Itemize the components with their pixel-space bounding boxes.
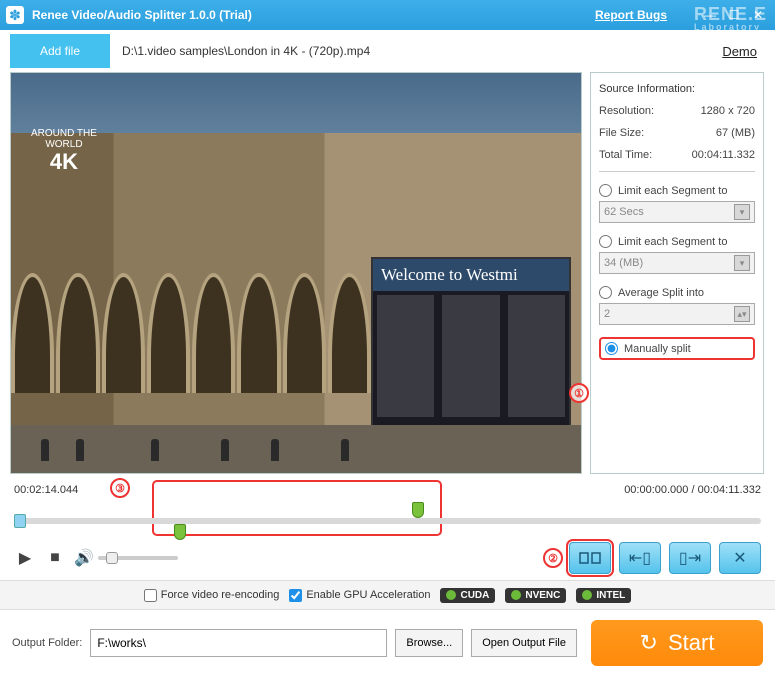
totaltime-value: 00:04:11.332: [692, 149, 755, 161]
resolution-label: Resolution:: [599, 105, 654, 117]
split-marker[interactable]: [174, 524, 186, 540]
app-title: Renee Video/Audio Splitter 1.0.0 (Trial): [32, 8, 595, 22]
video-sign: Welcome to Westmi: [371, 257, 571, 427]
output-folder-input[interactable]: F:\works\: [90, 629, 387, 657]
play-button[interactable]: ▶: [14, 547, 36, 569]
cuda-chip: CUDA: [440, 588, 495, 603]
annotation-1: ①: [569, 383, 589, 403]
titlebar: ✽ Renee Video/Audio Splitter 1.0.0 (Tria…: [0, 0, 775, 30]
output-bar: Output Folder: F:\works\ Browse... Open …: [0, 610, 775, 676]
average-split-spinner[interactable]: 2▴▾: [599, 303, 755, 325]
force-reencode-checkbox[interactable]: Force video re-encoding: [144, 589, 280, 602]
segment-time-combo[interactable]: 62 Secs▾: [599, 201, 755, 223]
stop-button[interactable]: ■: [44, 547, 66, 569]
segment-size-radio[interactable]: Limit each Segment to: [599, 235, 755, 248]
report-bugs-link[interactable]: Report Bugs: [595, 8, 667, 22]
file-bar: Add file D:\1.video samples\London in 4K…: [0, 30, 775, 72]
current-time: 00:02:14.044: [14, 484, 78, 496]
set-start-button[interactable]: ⇤▯: [619, 542, 661, 574]
split-button[interactable]: [569, 542, 611, 574]
encoding-options: Force video re-encoding Enable GPU Accel…: [0, 580, 775, 610]
minimize-button[interactable]: —: [699, 6, 721, 24]
intel-chip: INTEL: [576, 588, 631, 603]
clear-markers-button[interactable]: ✕: [719, 542, 761, 574]
annotation-box: [152, 480, 442, 536]
annotation-3: ③: [110, 478, 130, 498]
start-button[interactable]: ↻Start: [591, 620, 763, 666]
sign-text: Welcome to Westmi: [373, 259, 569, 291]
browse-button[interactable]: Browse...: [395, 629, 463, 657]
volume-control[interactable]: 🔊: [74, 548, 178, 568]
close-button[interactable]: ✕: [747, 6, 769, 24]
filesize-value: 67 (MB): [716, 127, 755, 139]
resolution-value: 1280 x 720: [701, 105, 755, 117]
annotation-2: ②: [543, 548, 563, 568]
volume-icon: 🔊: [74, 548, 94, 568]
nvenc-chip: NVENC: [505, 588, 566, 603]
add-file-button[interactable]: Add file: [10, 34, 110, 68]
refresh-icon: ↻: [640, 630, 658, 656]
video-preview[interactable]: Welcome to Westmi AROUND THE WORLD 4K: [10, 72, 582, 474]
segment-time-radio[interactable]: Limit each Segment to: [599, 184, 755, 197]
chevron-down-icon: ▾: [734, 204, 750, 220]
timeline-track[interactable]: [14, 498, 761, 540]
filesize-label: File Size:: [599, 127, 644, 139]
file-path-label: D:\1.video samples\London in 4K - (720p)…: [110, 44, 722, 58]
set-end-button[interactable]: ▯⇥: [669, 542, 711, 574]
timeline-area: 00:02:14.044 00:00:00.000 / 00:04:11.332…: [0, 474, 775, 540]
chevron-down-icon: ▾: [734, 255, 750, 271]
volume-slider[interactable]: [98, 556, 178, 560]
totaltime-label: Total Time:: [599, 149, 652, 161]
split-marker[interactable]: [412, 502, 424, 518]
side-panel: Source Information: Resolution: 1280 x 72…: [590, 72, 764, 474]
output-folder-label: Output Folder:: [12, 637, 82, 649]
open-output-button[interactable]: Open Output File: [471, 629, 577, 657]
gpu-accel-checkbox[interactable]: Enable GPU Acceleration: [289, 589, 430, 602]
app-icon: ✽: [6, 6, 24, 24]
manually-split-radio[interactable]: Manually split: [605, 342, 749, 355]
maximize-button[interactable]: ☐: [723, 6, 745, 24]
source-info-header: Source Information:: [599, 83, 755, 95]
spinner-icon: ▴▾: [734, 306, 750, 322]
video-watermark: AROUND THE WORLD 4K: [31, 128, 97, 174]
time-range: 00:00:00.000 / 00:04:11.332: [624, 484, 761, 496]
playback-controls: ▶ ■ 🔊 ② ⇤▯ ▯⇥ ✕: [0, 540, 775, 580]
segment-size-combo[interactable]: 34 (MB)▾: [599, 252, 755, 274]
average-split-radio[interactable]: Average Split into: [599, 286, 755, 299]
demo-link[interactable]: Demo: [722, 44, 757, 59]
playhead[interactable]: [14, 514, 26, 528]
